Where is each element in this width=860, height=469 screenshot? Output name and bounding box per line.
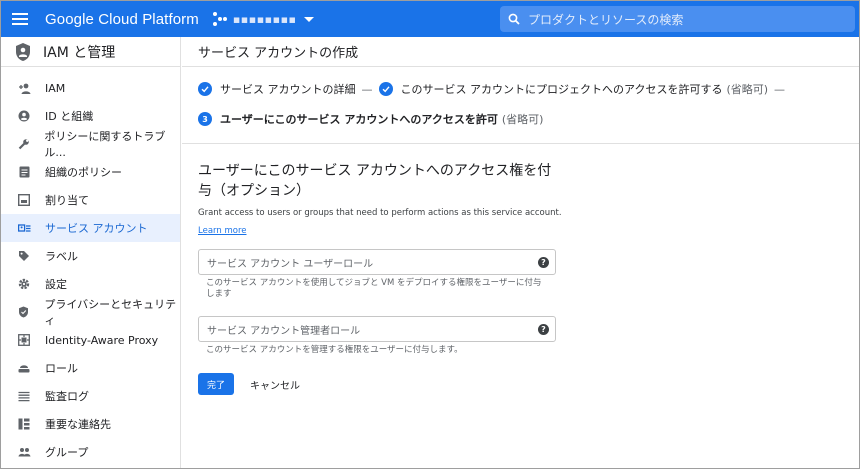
stepper-row-1: サービス アカウントの詳細 — このサービス アカウントにプロジェクトへのアクセ… <box>198 79 859 99</box>
sidebar-item-essential-contacts[interactable]: 重要な連絡先 <box>1 410 180 438</box>
learn-more-link[interactable]: Learn more <box>198 226 246 236</box>
step-separator: — <box>774 82 786 96</box>
step-3-label: ユーザーにこのサービス アカウントへのアクセスを許可 <box>220 113 498 126</box>
service-account-user-role-input[interactable]: サービス アカウント ユーザーロール ? <box>198 249 556 275</box>
search-icon <box>500 13 528 25</box>
search-input[interactable]: プロダクトとリソースの検索 <box>500 6 855 32</box>
sidebar-item-label: サービス アカウント <box>45 222 148 235</box>
hamburger-menu-icon[interactable] <box>1 1 39 37</box>
sidebar-item-service-accounts[interactable]: サービス アカウント <box>1 214 180 242</box>
sidebar-item-roles[interactable]: ロール <box>1 354 180 382</box>
project-name: ▪▪▪▪▪▪▪▪ <box>232 12 297 26</box>
step-3-number: 3 <box>198 112 212 126</box>
sidebar: IAM と管理 IAM ID と組織 ポリシーに関するトラブル... 組織のポリ… <box>1 37 181 468</box>
grant-access-section: ユーザーにこのサービス アカウントへのアクセス権を付与（オプション） Grant… <box>182 144 859 395</box>
sidebar-item-label: 重要な連絡先 <box>45 418 111 431</box>
sidebar-item-label: グループ <box>45 446 89 459</box>
top-bar: Google Cloud Platform ▪▪▪▪▪▪▪▪ プロダクトとリソー… <box>1 1 859 37</box>
sidebar-item-label: IAM <box>45 81 66 95</box>
field-hint: このサービス アカウントを使用してジョブと VM をデプロイする権限をユーザーに… <box>206 278 542 299</box>
wrench-icon <box>17 137 30 151</box>
section-title: ユーザーにこのサービス アカウントへのアクセス権を付与（オプション） <box>198 163 552 199</box>
sidebar-item-groups[interactable]: グループ <box>1 438 180 466</box>
done-button[interactable]: 完了 <box>198 373 234 395</box>
sidebar-item-label: 組織のポリシー <box>45 166 122 179</box>
step-1-label[interactable]: サービス アカウントの詳細 <box>220 81 356 97</box>
sidebar-item-label: 監査ログ <box>45 390 89 403</box>
sidebar-item-iam[interactable]: IAM <box>1 74 180 102</box>
help-icon[interactable]: ? <box>538 256 549 268</box>
sidebar-item-quotas[interactable]: 割り当て <box>1 186 180 214</box>
sidebar-header: IAM と管理 <box>1 37 180 67</box>
iam-shield-icon <box>16 42 30 61</box>
sidebar-item-label: ロール <box>45 362 78 375</box>
sidebar-item-policy-troubleshooter[interactable]: ポリシーに関するトラブル... <box>1 130 180 159</box>
sidebar-item-privacy-security[interactable]: プライバシーとセキュリティ <box>1 298 180 327</box>
sidebar-item-label: 設定 <box>45 278 67 291</box>
sidebar-item-audit-logs[interactable]: 監査ログ <box>1 382 180 410</box>
step-separator: — <box>361 82 373 96</box>
group-icon <box>17 445 31 459</box>
sidebar-item-label: ID と組織 <box>45 110 94 123</box>
project-selector[interactable]: ▪▪▪▪▪▪▪▪ <box>212 12 315 26</box>
sidebar-item-label: 割り当て <box>45 194 89 207</box>
document-icon <box>17 165 31 179</box>
gear-icon <box>17 277 31 291</box>
page-title: サービス アカウントの作成 <box>198 46 359 61</box>
cancel-button[interactable]: キャンセル <box>250 377 300 392</box>
project-dots-icon <box>212 12 227 26</box>
proxy-icon <box>17 333 31 347</box>
search-placeholder: プロダクトとリソースの検索 <box>528 12 684 27</box>
step-3-optional: (省略可) <box>501 113 544 126</box>
sidebar-item-identity-aware-proxy[interactable]: Identity-Aware Proxy <box>1 326 180 354</box>
stepper-row-2: 3 ユーザーにこのサービス アカウントへのアクセスを許可 (省略可) <box>198 109 859 129</box>
field-placeholder: サービス アカウント ユーザーロール <box>207 258 374 270</box>
sidebar-item-label: プライバシーとセキュリティ <box>44 298 177 327</box>
sidebar-item-label: ラベル <box>45 250 78 263</box>
brand-title[interactable]: Google Cloud Platform <box>45 11 199 28</box>
label-icon <box>17 249 31 263</box>
chevron-down-icon <box>304 16 315 22</box>
section-description: Grant access to users or groups that nee… <box>198 208 562 218</box>
main-content: サービス アカウントの作成 サービス アカウントの詳細 — このサービス アカウ… <box>182 37 859 468</box>
quota-icon <box>17 193 31 207</box>
sidebar-item-label: Identity-Aware Proxy <box>45 333 159 347</box>
shield-icon <box>17 305 30 319</box>
form-actions: 完了 キャンセル <box>198 373 859 395</box>
check-circle-icon <box>378 82 393 96</box>
check-circle-icon <box>198 82 212 96</box>
sidebar-item-settings[interactable]: 設定 <box>1 270 180 298</box>
sidebar-item-identity-org[interactable]: ID と組織 <box>1 102 180 130</box>
contacts-icon <box>17 417 31 431</box>
account-circle-icon <box>17 109 31 123</box>
sidebar-item-labels[interactable]: ラベル <box>1 242 180 270</box>
stepper: サービス アカウントの詳細 — このサービス アカウントにプロジェクトへのアクセ… <box>182 67 859 144</box>
sidebar-item-org-policies[interactable]: 組織のポリシー <box>1 158 180 186</box>
window-frame: Google Cloud Platform ▪▪▪▪▪▪▪▪ プロダクトとリソー… <box>0 0 860 469</box>
sidebar-title: IAM と管理 <box>43 44 116 61</box>
help-icon[interactable]: ? <box>538 323 549 335</box>
person-add-icon <box>17 81 31 95</box>
roles-icon <box>17 361 31 375</box>
list-icon <box>17 389 31 403</box>
step-2-label[interactable]: このサービス アカウントにプロジェクトへのアクセスを許可する <box>401 81 723 97</box>
service-account-icon <box>17 221 31 235</box>
sidebar-item-label: ポリシーに関するトラブル... <box>44 130 166 159</box>
service-account-admin-role-input[interactable]: サービス アカウント管理者ロール ? <box>198 316 556 342</box>
page-header: サービス アカウントの作成 <box>182 37 859 67</box>
field-placeholder: サービス アカウント管理者ロール <box>207 325 361 337</box>
field-hint: このサービス アカウントを管理する権限をユーザーに付与します。 <box>206 345 463 355</box>
step-2-optional: (省略可) <box>726 83 769 96</box>
